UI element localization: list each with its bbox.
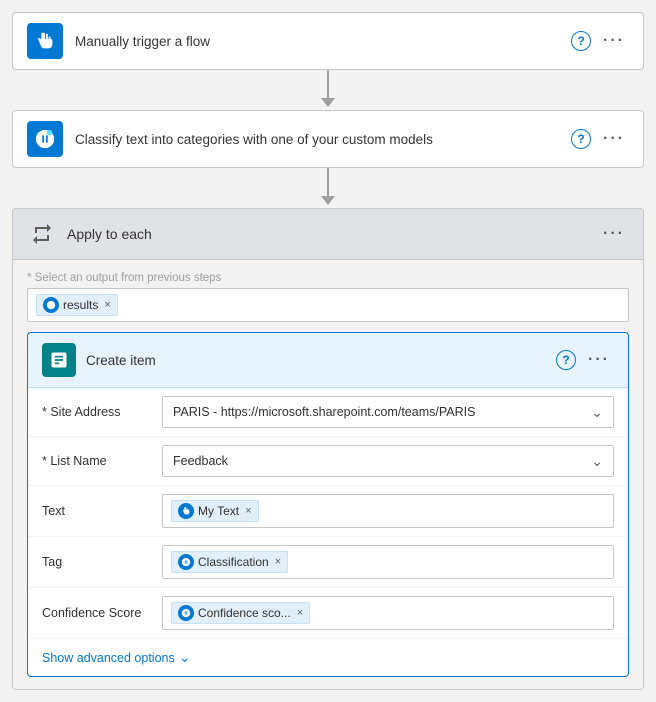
select-output-label: * Select an output from previous steps — [27, 272, 629, 284]
apply-section: Apply to each ··· * Select an output fro… — [12, 208, 644, 690]
trigger-actions: ? ··· — [571, 30, 629, 52]
apply-more-button[interactable]: ··· — [599, 223, 629, 245]
create-item-icon — [42, 343, 76, 377]
classify-title: Classify text into categories with one o… — [75, 132, 571, 147]
arrow-1 — [321, 70, 335, 110]
confidence-tag-text: Confidence sco... — [198, 606, 291, 620]
trigger-step: Manually trigger a flow ? ··· — [12, 12, 644, 70]
confidence-tag: Confidence sco... × — [171, 602, 310, 624]
classification-tag-text: Classification — [198, 555, 269, 569]
create-item-title: Create item — [86, 353, 556, 368]
site-address-dropdown[interactable]: PARIS - https://microsoft.sharepoint.com… — [162, 396, 614, 428]
list-name-dropdown[interactable]: Feedback ⌄ — [162, 445, 614, 477]
arrow-2 — [321, 168, 335, 208]
results-tag-text: results — [63, 298, 98, 312]
classify-step: Classify text into categories with one o… — [12, 110, 644, 168]
apply-title: Apply to each — [67, 226, 599, 242]
classify-icon — [27, 121, 63, 157]
create-item-body: * Site Address PARIS - https://microsoft… — [28, 388, 628, 676]
results-tag-close[interactable]: × — [104, 299, 110, 311]
tag-value: Classification × — [162, 545, 614, 579]
create-item-actions: ? ··· — [556, 349, 614, 371]
trigger-title: Manually trigger a flow — [75, 34, 571, 49]
classification-tag-close[interactable]: × — [275, 556, 281, 568]
my-text-tag-icon — [178, 503, 194, 519]
flow-canvas: Manually trigger a flow ? ··· Classify t… — [12, 12, 644, 690]
apply-icon — [27, 219, 57, 249]
classify-more-button[interactable]: ··· — [599, 128, 629, 150]
list-name-value[interactable]: Feedback ⌄ — [162, 445, 614, 477]
tag-tag-input[interactable]: Classification × — [162, 545, 614, 579]
my-text-tag-text: My Text — [198, 504, 239, 518]
output-tag-input[interactable]: results × — [27, 288, 629, 322]
show-advanced-button[interactable]: Show advanced options ⌄ — [28, 639, 628, 676]
trigger-icon — [27, 23, 63, 59]
classify-help-icon[interactable]: ? — [571, 129, 591, 149]
text-value: My Text × — [162, 494, 614, 528]
list-name-label: * List Name — [42, 454, 162, 468]
trigger-help-icon[interactable]: ? — [571, 31, 591, 51]
confidence-value: Confidence sco... × — [162, 596, 614, 630]
confidence-tag-input[interactable]: Confidence sco... × — [162, 596, 614, 630]
results-tag-icon — [43, 297, 59, 313]
classification-tag: Classification × — [171, 551, 288, 573]
apply-body: * Select an output from previous steps r… — [13, 260, 643, 689]
confidence-label: Confidence Score — [42, 606, 162, 620]
tag-label: Tag — [42, 555, 162, 569]
text-row: Text My Text × — [28, 486, 628, 537]
show-advanced-text: Show advanced options — [42, 651, 175, 665]
site-address-text: PARIS - https://microsoft.sharepoint.com… — [173, 405, 475, 419]
create-item-card: Create item ? ··· * Site Address — [27, 332, 629, 677]
classify-actions: ? ··· — [571, 128, 629, 150]
my-text-tag: My Text × — [171, 500, 259, 522]
create-item-header: Create item ? ··· — [28, 333, 628, 388]
confidence-tag-icon — [178, 605, 194, 621]
create-item-help-icon[interactable]: ? — [556, 350, 576, 370]
site-address-row: * Site Address PARIS - https://microsoft… — [28, 388, 628, 437]
confidence-tag-close[interactable]: × — [297, 607, 303, 619]
text-tag-input[interactable]: My Text × — [162, 494, 614, 528]
list-name-chevron: ⌄ — [591, 453, 603, 470]
classification-tag-icon — [178, 554, 194, 570]
text-label: Text — [42, 504, 162, 518]
show-advanced-chevron: ⌄ — [179, 649, 191, 666]
list-name-row: * List Name Feedback ⌄ — [28, 437, 628, 486]
tag-row: Tag Classification × — [28, 537, 628, 588]
site-address-chevron: ⌄ — [591, 404, 603, 421]
list-name-text: Feedback — [173, 454, 228, 468]
site-address-label: * Site Address — [42, 405, 162, 419]
site-address-value[interactable]: PARIS - https://microsoft.sharepoint.com… — [162, 396, 614, 428]
results-tag: results × — [36, 294, 118, 316]
apply-header: Apply to each ··· — [13, 209, 643, 260]
trigger-more-button[interactable]: ··· — [599, 30, 629, 52]
confidence-row: Confidence Score Confidence sco... × — [28, 588, 628, 639]
create-item-more-button[interactable]: ··· — [584, 349, 614, 371]
my-text-tag-close[interactable]: × — [245, 505, 251, 517]
